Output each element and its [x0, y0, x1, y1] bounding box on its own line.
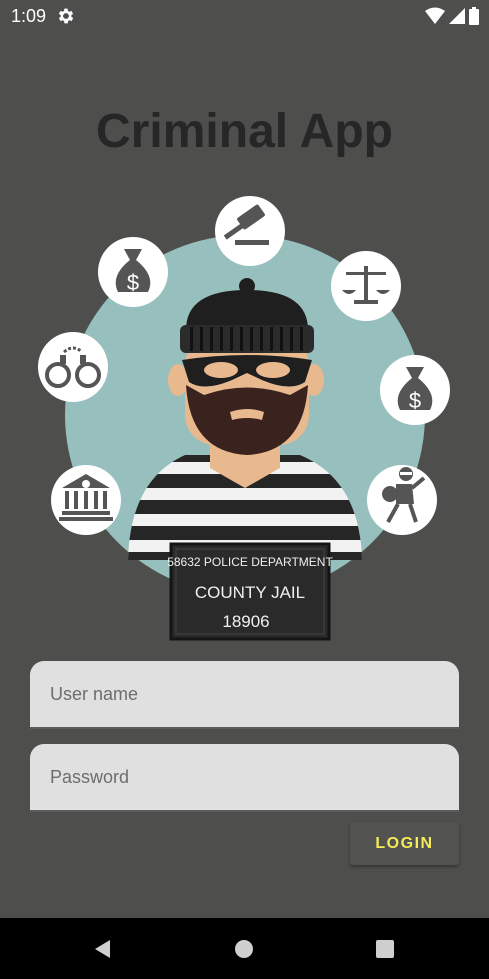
money-bag-icon: $	[98, 237, 168, 307]
scales-icon	[331, 251, 401, 321]
money-bag-icon: $	[380, 355, 450, 425]
gear-icon	[58, 8, 74, 24]
navigation-bar	[0, 918, 489, 979]
login-button[interactable]: LOGIN	[350, 822, 459, 865]
back-icon[interactable]	[92, 938, 114, 960]
thief-running-icon	[367, 465, 437, 535]
board-line-3: 18906	[222, 612, 269, 631]
board-line-2: COUNTY JAIL	[195, 583, 305, 602]
battery-icon	[469, 7, 479, 25]
svg-text:$: $	[409, 388, 421, 413]
username-input[interactable]	[30, 661, 459, 727]
right-eye-hole	[256, 362, 290, 378]
handcuffs-icon	[38, 332, 108, 402]
password-field	[30, 744, 459, 812]
board-line-1: 58632 POLICE DEPARTMENT	[167, 555, 333, 569]
status-bar: 1:09	[0, 0, 489, 32]
password-input[interactable]	[30, 744, 459, 810]
home-icon[interactable]	[233, 938, 255, 960]
status-time: 1:09	[11, 6, 47, 26]
login-screen: 1:09 Criminal App 58632 POLICE DEPARTMEN…	[0, 0, 489, 979]
wifi-icon	[425, 7, 445, 24]
svg-text:$: $	[127, 270, 139, 295]
recents-icon[interactable]	[374, 938, 396, 960]
signal-icon	[449, 8, 465, 24]
username-field	[30, 661, 459, 729]
criminal-illustration: 58632 POLICE DEPARTMENT COUNTY JAIL 1890…	[38, 196, 450, 641]
status-icons	[425, 6, 479, 26]
gavel-icon	[215, 196, 285, 266]
courthouse-icon	[51, 465, 121, 535]
app-title: Criminal App	[96, 105, 393, 158]
left-eye-hole	[204, 362, 238, 378]
